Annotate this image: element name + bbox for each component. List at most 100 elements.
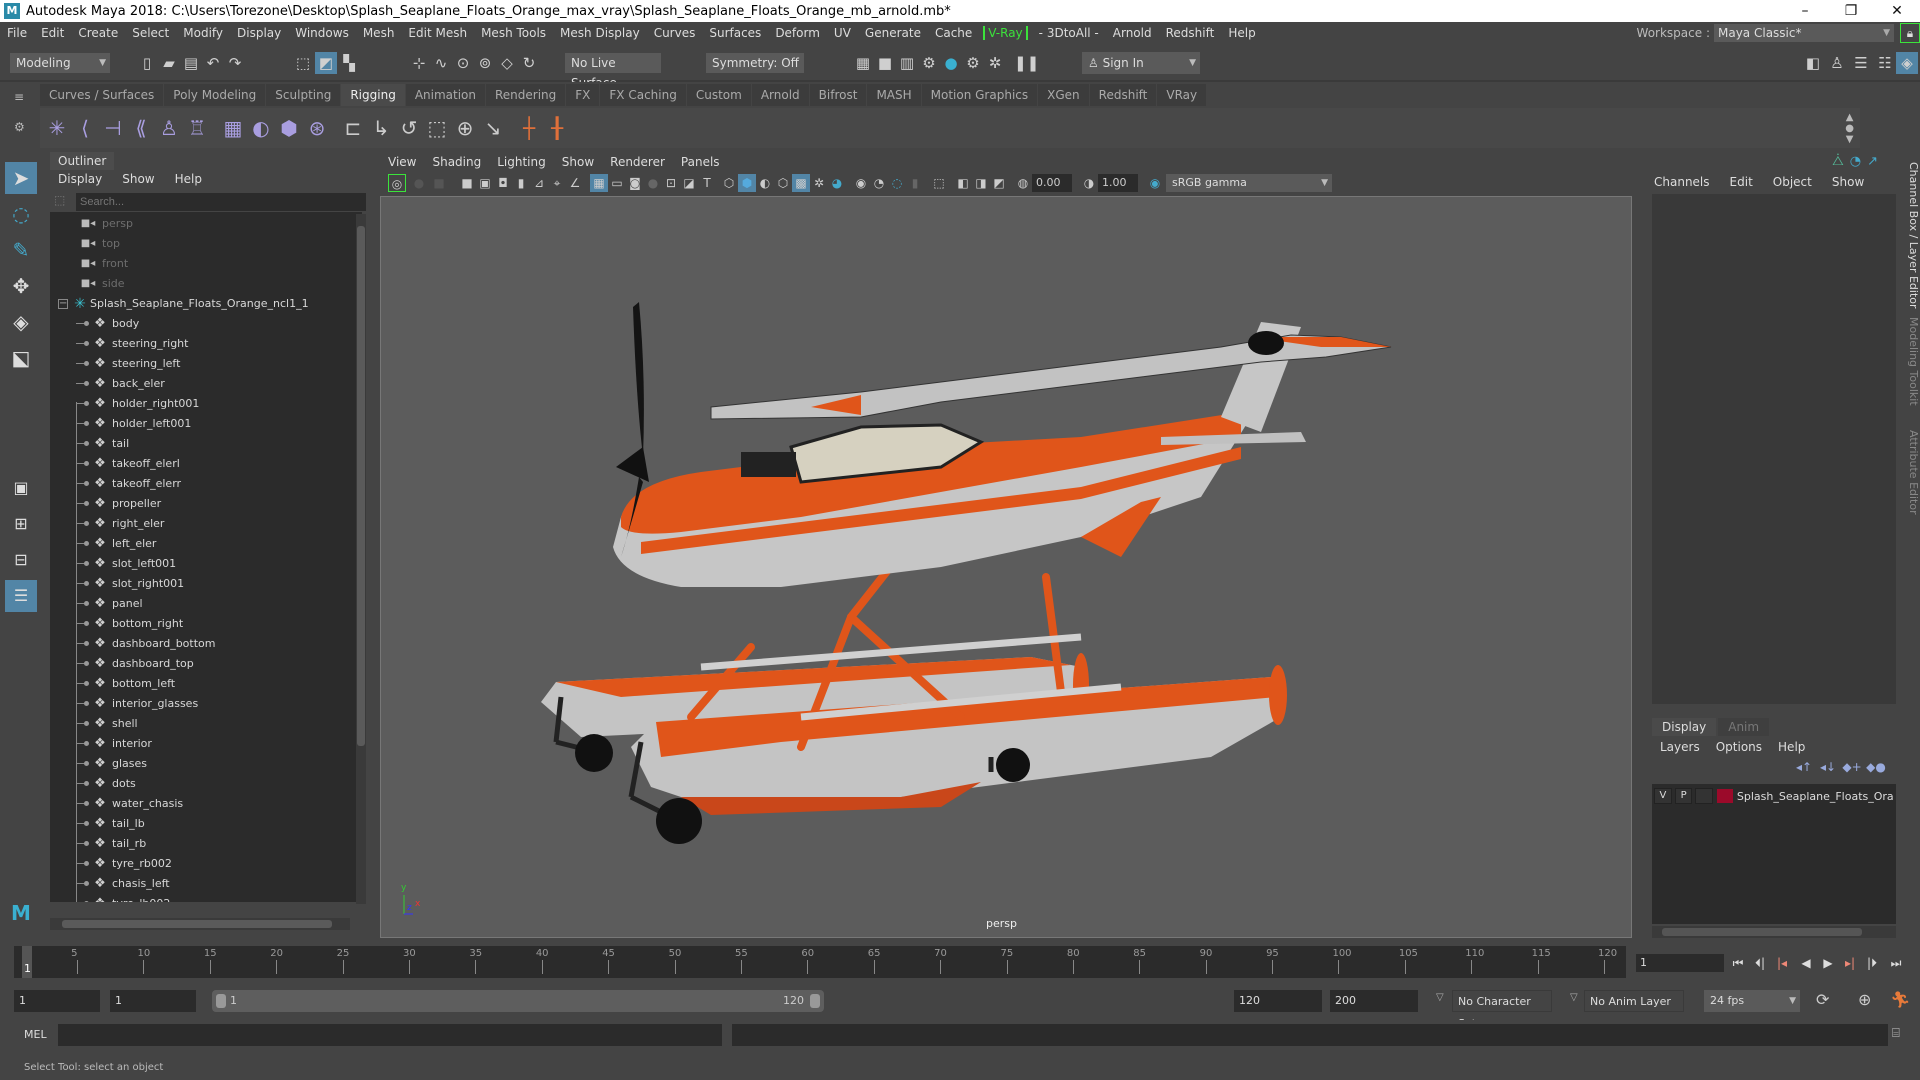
layers-menu[interactable]: Layers [1652, 738, 1708, 756]
outliner-item[interactable]: ❖ slot_right001 [50, 574, 350, 594]
layer-playback-toggle[interactable]: P [1674, 788, 1693, 804]
toggle-modeling-toolkit-icon[interactable]: ◧ [1802, 52, 1824, 74]
render-view-icon[interactable]: ■ [874, 52, 896, 74]
filter-icon[interactable]: ⬚ [54, 193, 65, 207]
outliner-hscroll-thumb[interactable] [62, 920, 332, 928]
snap-grid-icon[interactable]: ⊹ [408, 52, 430, 74]
shelf-tab-vray[interactable]: VRay [1157, 84, 1207, 106]
new-layer-icon[interactable]: ◆+ [1840, 760, 1864, 774]
shelf-tab-mash[interactable]: MASH [867, 84, 921, 106]
outliner-menu-help[interactable]: Help [161, 170, 208, 188]
textured-icon[interactable]: ▩ [792, 174, 810, 192]
step-forward-key-button[interactable]: |⏵ [1862, 954, 1882, 972]
outliner-menu-display[interactable]: Display [44, 170, 108, 188]
render-current-frame-icon[interactable]: ▦ [852, 52, 874, 74]
shelf-tab-bifrost[interactable]: Bifrost [809, 84, 867, 106]
step-back-key-button[interactable]: ⏴| [1750, 954, 1770, 972]
viewport-menu-panels[interactable]: Panels [673, 152, 728, 172]
character-set-arrow-icon[interactable]: ▽ [1436, 992, 1444, 1003]
shelf-tab-arnold[interactable]: Arnold [751, 84, 809, 106]
layer-display-type-toggle[interactable] [1695, 788, 1714, 804]
outliner-item[interactable]: ❖ tail_rb [50, 834, 350, 854]
menu-generate[interactable]: Generate [858, 26, 928, 40]
move-layer-down-icon[interactable]: ◂↓ [1816, 760, 1840, 774]
speed-icon[interactable]: ◔ [1850, 154, 1861, 169]
render-settings-icon[interactable]: ⚙ [918, 52, 940, 74]
outliner-item[interactable]: ❖ propeller [50, 494, 350, 514]
channel-graph-icon[interactable]: ↗ [1867, 154, 1878, 169]
channels-object-menu[interactable]: Object [1763, 172, 1822, 192]
viewport-menu-lighting[interactable]: Lighting [489, 152, 554, 172]
shelf-tab-rendering[interactable]: Rendering [486, 84, 566, 106]
text-overlay-icon[interactable]: T [698, 174, 716, 192]
toggle-human-ik-icon[interactable]: ♙ [1826, 52, 1848, 74]
gamma-icon[interactable]: ◑ [1080, 174, 1098, 192]
lattice-icon[interactable]: ⬢ [276, 115, 302, 141]
viewport-menu-renderer[interactable]: Renderer [602, 152, 673, 172]
gate-mask-icon[interactable]: ▭ [608, 174, 626, 192]
scale-tool-icon[interactable]: ⬕ [5, 342, 37, 374]
layer-visibility-toggle[interactable]: V [1654, 788, 1672, 804]
menu-modify[interactable]: Modify [176, 26, 230, 40]
exposure-icon[interactable]: ◍ [1014, 174, 1032, 192]
toggle-tool-settings-icon[interactable]: ☷ [1874, 52, 1896, 74]
toggle-channel-box-icon[interactable]: ◈ [1896, 52, 1918, 74]
maximize-button[interactable]: ❐ [1828, 0, 1874, 22]
outliner-item[interactable]: ❖ interior_glasses [50, 694, 350, 714]
snap-vertex-icon[interactable]: ↻ [518, 52, 540, 74]
workspace-dropdown[interactable]: Maya Classic* [1714, 24, 1894, 42]
outliner-camera-top[interactable]: ■◂ top [50, 234, 350, 254]
undo-icon[interactable]: ↶ [202, 52, 224, 74]
menu-vray[interactable]: V-Ray [983, 26, 1028, 40]
outliner-item[interactable]: ❖ dashboard_top [50, 654, 350, 674]
loop-icon[interactable]: ⟳ [1816, 990, 1829, 1009]
menu-mesh[interactable]: Mesh [356, 26, 402, 40]
image-plane-icon[interactable]: ▣ [476, 174, 494, 192]
time-ruler[interactable]: 1 5 10 15 20 25 30 35 40 45 50 55 60 65 70 75 80 85 90 95 1… [14, 946, 1626, 978]
layer-row[interactable]: V P Splash_Seaplane_Floats_Orange [1654, 786, 1894, 806]
menu-redshift[interactable]: Redshift [1159, 26, 1222, 40]
render-setup-icon[interactable]: ⚙ [962, 52, 984, 74]
four-view-layout-icon[interactable]: ⊞ [5, 508, 37, 540]
minimize-button[interactable]: – [1782, 0, 1828, 22]
lasso-tool-icon[interactable]: ◌ [5, 198, 37, 230]
screen-space-ao-icon[interactable]: ◉ [852, 174, 870, 192]
pole-vector-icon[interactable]: ↘ [480, 115, 506, 141]
channels-show-menu[interactable]: Show [1822, 172, 1874, 192]
anim-layer-arrow-icon[interactable]: ▽ [1570, 992, 1578, 1003]
open-scene-icon[interactable]: ▰ [158, 52, 180, 74]
layer-tab-anim[interactable]: Anim [1718, 718, 1770, 736]
locator-icon[interactable]: ┼ [516, 115, 542, 141]
new-layer-selected-icon[interactable]: ◆● [1864, 760, 1888, 774]
menu-uv[interactable]: UV [827, 26, 858, 40]
menu-surfaces[interactable]: Surfaces [702, 26, 768, 40]
outliner-item[interactable]: ❖ steering_right [50, 334, 350, 354]
shelf-tab-xgen[interactable]: XGen [1038, 84, 1089, 106]
shelf-tab-rigging[interactable]: Rigging [341, 84, 405, 106]
play-backwards-button[interactable]: ◀ [1796, 954, 1816, 972]
pause-viewport-icon[interactable]: ❚❚ [1014, 52, 1039, 74]
depth-of-field-icon[interactable]: ▮ [906, 174, 924, 192]
outliner-item[interactable]: ❖ bottom_left [50, 674, 350, 694]
outliner-item[interactable]: ❖ interior [50, 734, 350, 754]
shelf-settings-icon[interactable]: ⚙ [14, 120, 25, 134]
paint-select-icon[interactable]: ✎ [5, 234, 37, 266]
select-component-icon[interactable]: ▚ [338, 52, 360, 74]
command-input[interactable] [58, 1024, 722, 1046]
animation-start-field[interactable]: 1 [14, 990, 100, 1012]
shelf-tab-custom[interactable]: Custom [686, 84, 751, 106]
resolution-gate-icon[interactable]: ∠ [566, 174, 584, 192]
isolate-select-icon[interactable]: ⬚ [930, 174, 948, 192]
rotate-tool-icon[interactable]: ◈ [5, 306, 37, 338]
outliner-search-input[interactable] [76, 193, 366, 211]
move-tool-icon[interactable]: ✥ [5, 270, 37, 302]
snap-point-icon[interactable]: ⊙ [452, 52, 474, 74]
safe-title-icon[interactable]: ⊡ [662, 174, 680, 192]
animation-end-field[interactable]: 200 [1330, 990, 1418, 1012]
go-to-end-button[interactable]: ⏭ [1886, 954, 1906, 972]
menu-create[interactable]: Create [71, 26, 125, 40]
menu-cache[interactable]: Cache [928, 26, 979, 40]
exposure-field[interactable]: 0.00 [1032, 174, 1072, 192]
animation-preferences-icon[interactable]: 🏃︎ [1890, 990, 1910, 1009]
outliner-item[interactable]: ❖ holder_left001 [50, 414, 350, 434]
